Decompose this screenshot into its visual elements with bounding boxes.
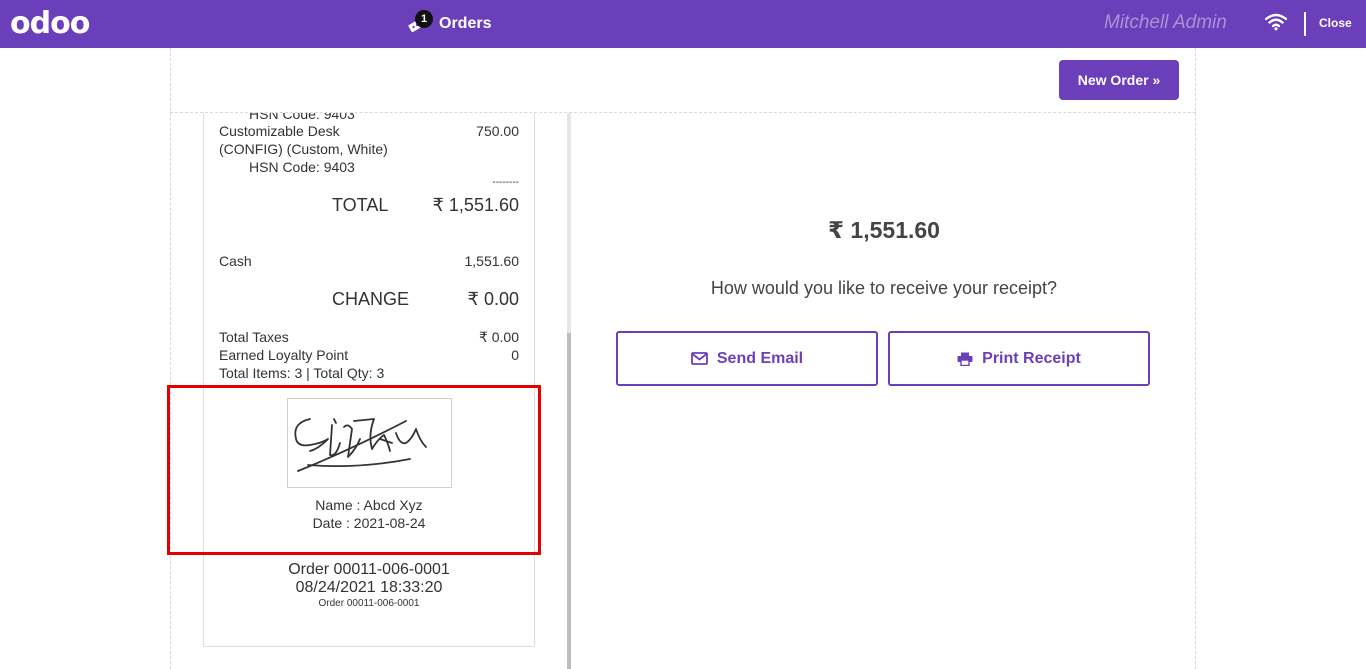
receipt-scrollbar-thumb[interactable] [567,333,571,669]
total-value: ₹ 1,551.60 [432,195,519,215]
loyalty-label: Earned Loyalty Point [219,347,349,363]
odoo-logo: odoo [10,6,90,41]
order-total-amount: ₹ 1,551.60 [828,217,940,243]
orders-count-badge: 1 [415,10,433,28]
total-label: TOTAL [332,195,389,215]
ticket-icon: 1 [405,10,433,36]
total-divider: -------- [492,177,519,188]
order-datetime: 08/24/2021 18:33:20 [295,579,443,596]
item-hsn: HSN Code: 9403 [249,159,355,175]
send-email-button[interactable]: Send Email [616,331,878,386]
orders-label: Orders [439,15,492,32]
prev-item-hsn: HSN Code: 9403 [249,113,355,122]
print-receipt-label: Print Receipt [982,349,1081,367]
items-summary: Total Items: 3 | Total Qty: 3 [219,365,385,381]
close-button[interactable]: Close [1319,16,1352,30]
change-label: CHANGE [332,289,410,309]
envelope-icon [690,352,708,365]
receipt-paper: HSN Code: 9403 Customizable Desk 750.00 … [203,113,535,647]
wifi-icon[interactable] [1264,13,1288,36]
payment-amount: 1,551.60 [464,253,520,269]
item-name: Customizable Desk [219,123,340,139]
change-value: ₹ 0.00 [467,289,520,309]
order-reference-small: Order 00011-006-0001 [318,598,420,609]
printer-icon [957,352,973,366]
new-order-button[interactable]: New Order » [1059,60,1179,100]
orders-button[interactable]: 1 Orders [405,8,491,40]
header-divider [1304,12,1306,36]
loyalty-value: 0 [511,347,519,363]
item-variant: (CONFIG) (Custom, White) [219,141,388,157]
signature-highlight-box [167,385,541,555]
taxes-value: ₹ 0.00 [478,329,519,345]
item-price: 750.00 [476,123,519,139]
top-bar: odoo 1 Orders Mitchell Admin Close [0,0,1366,48]
receipt-question: How would you like to receive your recei… [710,278,1058,298]
cashier-name[interactable]: Mitchell Admin [1104,12,1227,34]
send-email-label: Send Email [716,349,804,367]
order-reference: Order 00011-006-0001 [288,561,450,578]
print-receipt-button[interactable]: Print Receipt [888,331,1150,386]
taxes-label: Total Taxes [219,329,289,345]
